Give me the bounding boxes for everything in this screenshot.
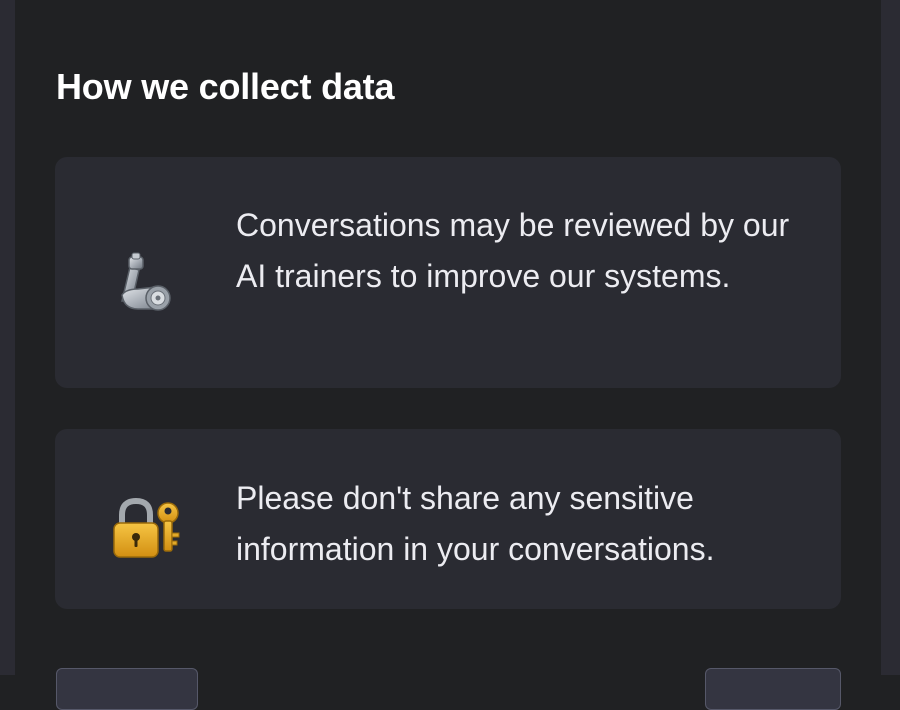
info-card-text: Conversations may be reviewed by our AI … (236, 207, 790, 294)
data-collection-dialog: How we collect data Conversations may be (15, 0, 881, 710)
lock-with-key-icon (113, 497, 180, 558)
info-card-ai-trainers: Conversations may be reviewed by our AI … (55, 157, 841, 388)
info-card-text: Please don't share any sensitive informa… (236, 480, 715, 567)
info-card-sensitive-info: Please don't share any sensitive informa… (55, 429, 841, 609)
next-button[interactable] (705, 668, 841, 710)
dialog-title: How we collect data (56, 66, 395, 107)
back-button[interactable] (56, 668, 198, 710)
mechanical-arm-icon (121, 252, 171, 311)
